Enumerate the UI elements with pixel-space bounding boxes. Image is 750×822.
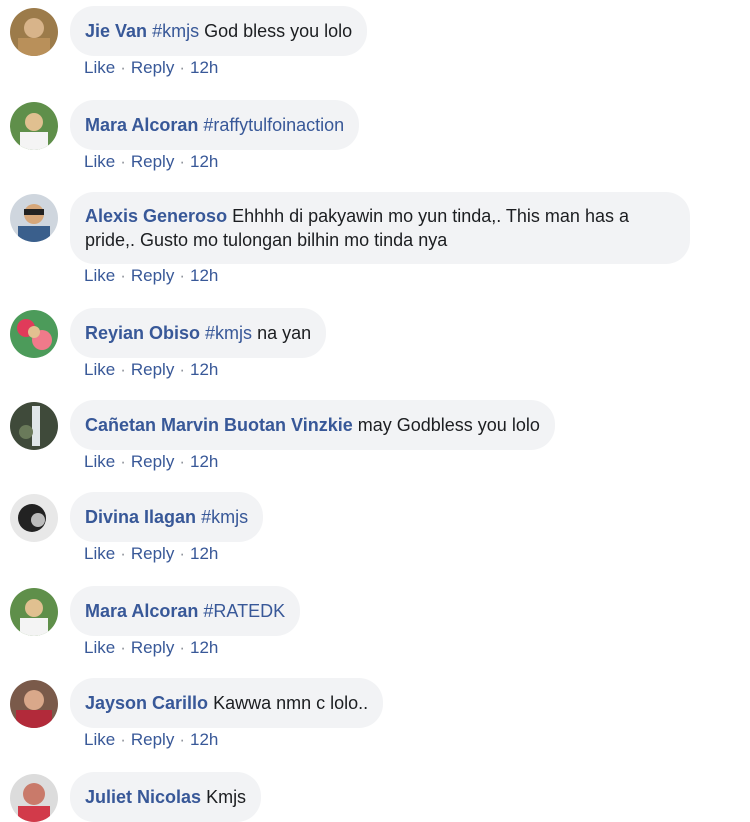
author-name[interactable]: Mara Alcoran xyxy=(85,601,198,621)
comment-actions: Like · Reply · 12h xyxy=(84,638,219,657)
author-name[interactable]: Jie Van xyxy=(85,21,147,41)
comment-actions: Like · Reply · 12h xyxy=(84,452,219,471)
author-name[interactable]: Mara Alcoran xyxy=(85,115,198,135)
author-name[interactable]: Jayson Carillo xyxy=(85,693,208,713)
reply-link[interactable]: Reply xyxy=(131,152,174,171)
comment-bubble: Cañetan Marvin Buotan Vinzkie may Godble… xyxy=(70,400,555,450)
reply-link[interactable]: Reply xyxy=(131,638,174,657)
comment-actions: Like · Reply · 12h xyxy=(84,152,219,171)
reply-link[interactable]: Reply xyxy=(131,360,174,379)
like-link[interactable]: Like xyxy=(84,360,115,379)
like-link[interactable]: Like xyxy=(84,266,115,285)
comment-actions: Like · Reply · 12h xyxy=(84,266,219,285)
hashtag-link[interactable]: #RATEDK xyxy=(203,601,285,621)
hashtag-link[interactable]: #kmjs xyxy=(152,21,199,41)
avatar[interactable] xyxy=(10,310,58,358)
author-name[interactable]: Alexis Generoso xyxy=(85,206,227,226)
like-link[interactable]: Like xyxy=(84,58,115,77)
comment-bubble: Jayson Carillo Kawwa nmn c lolo.. xyxy=(70,678,384,728)
comment-text: Kmjs xyxy=(206,787,247,807)
comment-bubble: Alexis Generoso Ehhhh di pakyawin mo yun… xyxy=(70,192,690,264)
avatar[interactable] xyxy=(10,8,58,56)
like-link[interactable]: Like xyxy=(84,544,115,563)
timestamp[interactable]: 12h xyxy=(190,58,218,77)
reply-link[interactable]: Reply xyxy=(131,544,174,563)
comment-bubble: Reyian Obiso #kmjs na yan xyxy=(70,308,327,358)
avatar[interactable] xyxy=(10,102,58,150)
comment-actions: Like · Reply · 12h xyxy=(84,58,219,77)
reply-link[interactable]: Reply xyxy=(131,730,174,749)
author-name[interactable]: Divina Ilagan xyxy=(85,507,196,527)
comment-actions: Like · Reply · 12h xyxy=(84,544,219,563)
author-name[interactable]: Reyian Obiso xyxy=(85,323,200,343)
comment-text: Kawwa nmn c lolo.. xyxy=(213,693,369,713)
hashtag-link[interactable]: #kmjs xyxy=(201,507,248,527)
author-name[interactable]: Cañetan Marvin Buotan Vinzkie xyxy=(85,415,353,435)
comment-bubble: Mara Alcoran #raffytulfoinaction xyxy=(70,100,360,150)
avatar[interactable] xyxy=(10,194,58,242)
timestamp[interactable]: 12h xyxy=(190,360,218,379)
timestamp[interactable]: 12h xyxy=(190,152,218,171)
reply-link[interactable]: Reply xyxy=(131,266,174,285)
comment-text: God bless you lolo xyxy=(204,21,353,41)
like-link[interactable]: Like xyxy=(84,152,115,171)
avatar[interactable] xyxy=(10,680,58,728)
comment-text: may Godbless you lolo xyxy=(357,415,540,435)
author-name[interactable]: Juliet Nicolas xyxy=(85,787,201,807)
comment-actions: Like · Reply · 12h xyxy=(84,730,219,749)
reply-link[interactable]: Reply xyxy=(131,452,174,471)
like-link[interactable]: Like xyxy=(84,638,115,657)
reply-link[interactable]: Reply xyxy=(131,58,174,77)
hashtag-link[interactable]: #raffytulfoinaction xyxy=(203,115,344,135)
avatar[interactable] xyxy=(10,402,58,450)
avatar[interactable] xyxy=(10,774,58,822)
avatar[interactable] xyxy=(10,588,58,636)
timestamp[interactable]: 12h xyxy=(190,730,218,749)
like-link[interactable]: Like xyxy=(84,452,115,471)
comment-thread: Jie Van #kmjs God bless you lolo Like · Re… xyxy=(0,0,750,822)
comment-bubble: Jie Van #kmjs God bless you lolo xyxy=(70,6,368,56)
like-link[interactable]: Like xyxy=(84,730,115,749)
comment-bubble: Mara Alcoran #RATEDK xyxy=(70,586,301,636)
comment-actions: Like · Reply · 12h xyxy=(84,360,219,379)
comment-text: na yan xyxy=(257,323,312,343)
timestamp[interactable]: 12h xyxy=(190,638,218,657)
hashtag-link[interactable]: #kmjs xyxy=(205,323,252,343)
timestamp[interactable]: 12h xyxy=(190,266,218,285)
comment-bubble: Juliet Nicolas Kmjs xyxy=(70,772,262,822)
comment-bubble: Divina Ilagan #kmjs xyxy=(70,492,264,542)
timestamp[interactable]: 12h xyxy=(190,544,218,563)
avatar[interactable] xyxy=(10,494,58,542)
timestamp[interactable]: 12h xyxy=(190,452,218,471)
